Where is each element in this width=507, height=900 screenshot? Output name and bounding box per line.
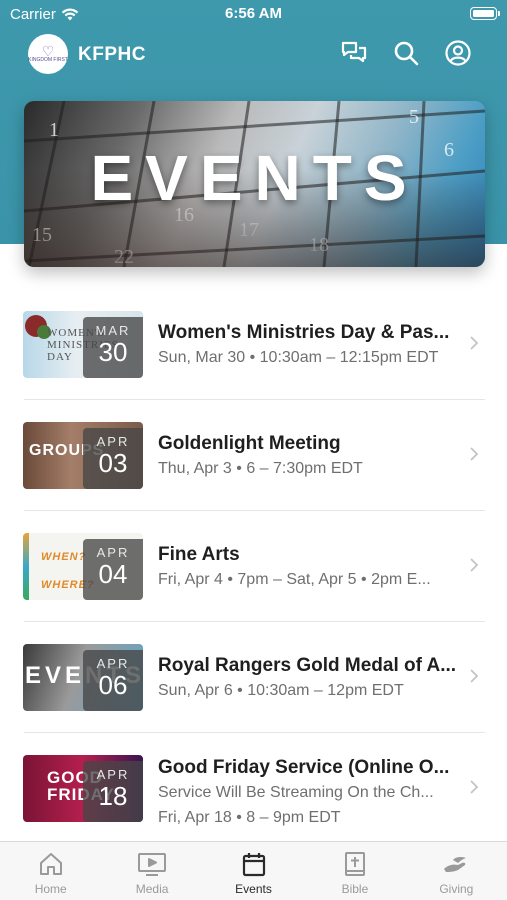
date-day: 03 <box>98 448 128 478</box>
event-title: Fine Arts <box>158 544 240 565</box>
date-badge: APR 06 <box>83 650 143 711</box>
hero-title: EVENTS <box>90 142 419 214</box>
calendar-icon <box>242 853 265 877</box>
chevron-right-icon <box>470 780 479 794</box>
event-datetime: Sun, Mar 30 • 10:30am – 12:15pm EDT <box>158 349 439 366</box>
tab-label: Events <box>235 882 272 896</box>
event-row[interactable]: EVENTS APR 06 Royal Rangers Gold Medal o… <box>0 622 507 733</box>
date-badge: APR 18 <box>83 761 143 822</box>
event-title: Royal Rangers Gold Medal of A... <box>158 655 457 676</box>
event-row[interactable]: GOOD FRIDAY APR 18 Good Friday Service (… <box>0 733 507 844</box>
event-title: Women's Ministries Day & Pas... <box>158 322 450 343</box>
profile-button[interactable] <box>443 38 473 68</box>
event-datetime: Thu, Apr 3 • 6 – 7:30pm EDT <box>158 460 363 477</box>
event-row[interactable]: GROUPS APR 03 Goldenlight Meeting Thu, A… <box>0 400 507 511</box>
status-time: 6:56 AM <box>225 5 282 22</box>
chevron-right-icon <box>470 669 479 683</box>
church-logo[interactable]: ♡ KINGDOM FIRST <box>28 34 68 74</box>
date-day: 04 <box>98 559 128 589</box>
date-badge: MAR 30 <box>83 317 143 378</box>
messages-button[interactable] <box>339 38 369 68</box>
chevron-right-icon <box>470 558 479 572</box>
event-description: Service Will Be Streaming On the Ch... <box>158 784 434 801</box>
app-bar: ♡ KINGDOM FIRST KFPHC <box>0 32 507 74</box>
event-thumbnail: WOMEN'S MINISTRIES DAY MAR 30 <box>23 311 143 378</box>
bible-icon <box>344 852 365 876</box>
chevron-right-icon <box>470 336 479 350</box>
event-row[interactable]: WHEN? WHERE? APR 04 Fine Arts Fri, Apr 4… <box>0 511 507 622</box>
chevron-right-icon <box>470 447 479 461</box>
event-datetime: Fri, Apr 18 • 8 – 9pm EDT <box>158 809 341 826</box>
date-day: 18 <box>98 781 128 811</box>
bottom-tab-bar: Home Media Events Bible Giving <box>0 841 507 900</box>
event-title: Good Friday Service (Online O... <box>158 757 450 778</box>
event-title: Goldenlight Meeting <box>158 433 341 454</box>
app-title: KFPHC <box>78 44 146 65</box>
tab-label: Media <box>135 882 169 896</box>
event-row[interactable]: WOMEN'S MINISTRIES DAY MAR 30 Women's Mi… <box>0 289 507 400</box>
tab-bible[interactable]: Bible <box>304 842 405 900</box>
date-month: APR <box>96 545 130 560</box>
search-icon <box>394 41 419 66</box>
tab-label: Giving <box>439 882 474 896</box>
date-day: 06 <box>98 670 128 700</box>
event-datetime: Fri, Apr 4 • 7pm – Sat, Apr 5 • 2pm E... <box>158 571 431 588</box>
thumb-art-text: WHEN? WHERE? <box>41 551 95 591</box>
media-icon <box>138 853 167 876</box>
giving-icon <box>444 856 467 872</box>
tab-label: Bible <box>341 882 369 896</box>
event-thumbnail: GOOD FRIDAY APR 18 <box>23 755 143 822</box>
tab-events[interactable]: Events <box>203 842 304 900</box>
tab-giving[interactable]: Giving <box>406 842 507 900</box>
battery-icon <box>470 7 500 20</box>
search-button[interactable] <box>391 38 421 68</box>
events-hero-banner: 5 6 16 17 18 15 22 1 EVENTS <box>24 101 485 267</box>
date-badge: APR 04 <box>83 539 143 600</box>
event-thumbnail: EVENTS APR 06 <box>23 644 143 711</box>
date-month: APR <box>96 767 130 782</box>
date-badge: APR 03 <box>83 428 143 489</box>
event-list: WOMEN'S MINISTRIES DAY MAR 30 Women's Mi… <box>0 289 507 844</box>
event-datetime: Sun, Apr 6 • 10:30am – 12pm EDT <box>158 682 404 699</box>
status-bar: Carrier 6:56 AM <box>0 0 507 28</box>
date-month: APR <box>96 434 130 449</box>
tab-home[interactable]: Home <box>0 842 101 900</box>
account-icon <box>445 40 471 66</box>
event-thumbnail: WHEN? WHERE? APR 04 <box>23 533 143 600</box>
event-thumbnail: GROUPS APR 03 <box>23 422 143 489</box>
date-month: APR <box>96 656 130 671</box>
chat-icon <box>341 41 367 63</box>
date-day: 30 <box>98 337 128 367</box>
tab-label: Home <box>34 882 67 896</box>
home-icon <box>39 853 62 875</box>
date-month: MAR <box>95 323 131 338</box>
tab-media[interactable]: Media <box>101 842 202 900</box>
heart-icon: ♡ <box>41 43 55 60</box>
logo-text: KINGDOM FIRST <box>28 57 68 64</box>
